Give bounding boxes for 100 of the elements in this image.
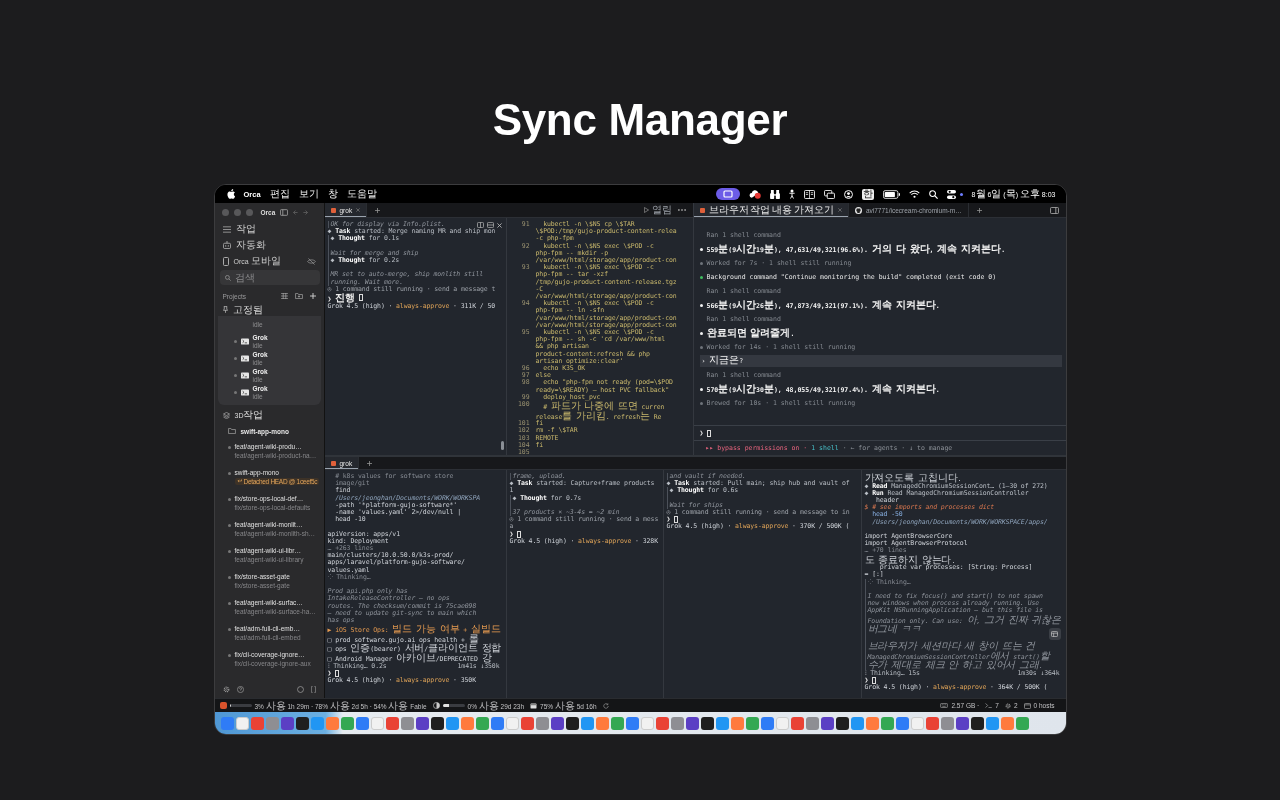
bullet-icon [227,446,231,449]
tab[interactable]: 브라우저 작업 내용 가져오기 [693,203,849,217]
app-icon[interactable] [565,716,579,730]
terminal-icon [240,338,249,345]
terminal-icon [240,389,249,396]
search-icon[interactable] [928,189,938,199]
bullet-icon [699,331,703,335]
bullet-icon [699,345,703,349]
plus-icon[interactable] [309,293,316,299]
repo-logo-icon [854,206,862,214]
menu-item[interactable]: 보기 [298,189,319,199]
split-vertical-icon[interactable] [476,222,484,228]
bullet-icon [699,275,703,279]
text-cursor [707,429,712,437]
gear-icon [1004,702,1011,709]
section-header[interactable]: 고정됨 [217,303,324,316]
windows-icon[interactable] [823,189,835,199]
menu-item[interactable]: 도움말 [346,189,377,199]
window-icon [530,702,538,709]
eye-slash-icon[interactable] [306,257,316,265]
prompt-icon [985,703,993,708]
terminal-icon [240,372,249,379]
battery-icon[interactable] [882,189,900,199]
sidebar-toggle-icon[interactable] [280,208,289,216]
wifi-icon[interactable] [908,190,920,198]
bracket-icon[interactable] [310,685,316,693]
close-icon[interactable] [496,222,502,228]
window-icon [1023,702,1031,709]
bullet-icon [227,498,231,501]
list-icon [222,225,231,233]
back-arrow-icon[interactable] [293,209,299,215]
pin-icon [222,306,228,313]
keyboard-icon [940,703,949,708]
screen-share-icon[interactable] [715,188,740,200]
nav-item[interactable]: 작업 [217,221,324,237]
text-cursor [358,294,363,302]
help-icon[interactable] [236,685,244,693]
phone-icon [222,256,229,266]
text-cursor [872,677,876,685]
app-icon[interactable] [700,716,714,730]
menu-item[interactable]: 편집 [269,189,290,199]
terminal-icon [240,355,249,362]
bullet-icon [227,472,231,475]
favicon-icon [699,207,705,213]
text-cursor [335,669,339,677]
cloud-icon[interactable] [748,189,761,199]
app-icon[interactable] [970,716,984,730]
scrollbar[interactable] [500,441,504,450]
apple-icon[interactable] [226,189,235,199]
page-title: Sync Manager [492,97,788,143]
bullet-icon [699,247,703,251]
split-horizontal-icon[interactable] [486,222,494,228]
bullet-icon [699,387,703,391]
bullet-icon [233,357,237,360]
half-circle-icon [432,702,440,709]
add-tab-icon[interactable] [375,207,381,213]
panel-toggle-icon[interactable] [1049,206,1059,214]
add-tab-icon[interactable] [367,460,373,466]
search-icon [224,274,231,281]
settings-icon[interactable] [222,685,230,693]
bullet-icon [233,391,237,394]
binoculars-icon[interactable] [769,189,780,199]
status-dot-icon [959,192,963,196]
bullet-icon [227,654,231,657]
run-button[interactable]: 열림 [637,203,678,217]
bullet-icon [233,374,237,377]
bullet-icon [699,401,703,405]
app-icon[interactable] [415,716,429,730]
forward-arrow-icon[interactable] [303,209,309,215]
app-icon[interactable] [295,716,309,730]
favicon-icon [330,460,336,466]
columns-icon[interactable] [803,189,815,199]
bullet-icon [227,602,231,605]
bullet-icon [227,524,231,527]
app-icon[interactable] [550,716,564,730]
ring-icon[interactable] [296,685,304,693]
menu-item[interactable]: 창 [327,189,338,199]
text-cursor [674,516,678,524]
panel-button[interactable] [1048,628,1061,640]
refresh-icon[interactable] [602,702,609,709]
bullet-icon [699,303,703,307]
person-icon[interactable] [788,189,795,199]
play-icon [643,207,649,213]
add-tab-icon[interactable] [976,207,982,213]
panel-icon [1051,631,1058,637]
layers-icon [222,411,230,419]
input-source-indicator[interactable]: 한 [861,188,874,200]
bullet-icon [227,550,231,553]
search-field[interactable]: 검색 [219,270,320,285]
bullet-icon [227,628,231,631]
favicon-icon [330,207,336,213]
folder-plus-icon[interactable] [294,293,303,299]
toggles-icon[interactable] [946,189,956,199]
app-icon[interactable] [430,716,444,730]
app-icon[interactable] [685,716,699,730]
filter-list-icon[interactable] [280,293,288,299]
thinking-note: 브라우저가 세션마다 새 창이 뜨는 건 [867,641,1036,651]
app-icon[interactable] [835,716,849,730]
nav-item[interactable]: 자동화 [217,237,324,253]
user-circle-icon[interactable] [843,189,853,199]
